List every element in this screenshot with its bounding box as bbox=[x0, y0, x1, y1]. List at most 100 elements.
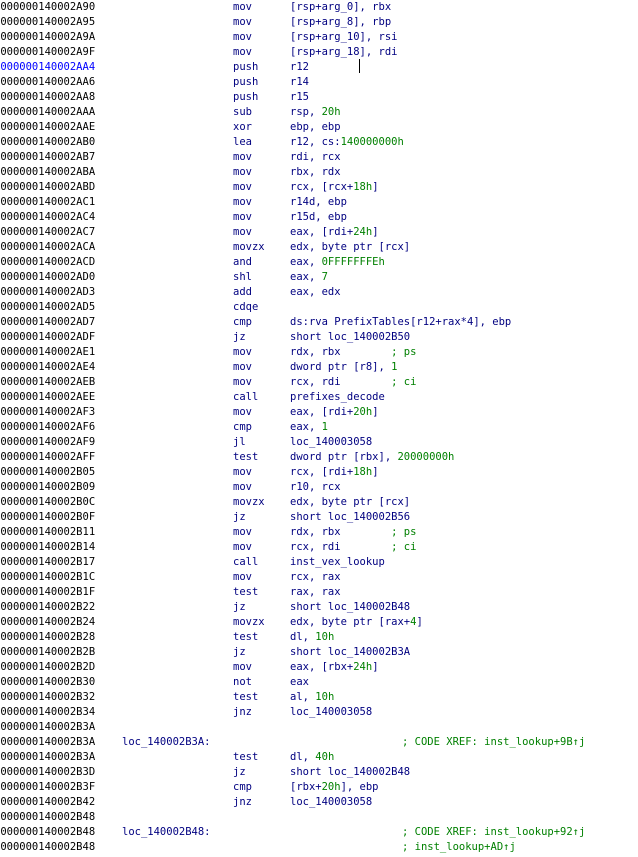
line-comment: ; ps bbox=[391, 346, 417, 358]
instruction-mnemonic: mov bbox=[233, 226, 252, 238]
line-address: 0000000140002B1F bbox=[0, 586, 96, 598]
listing-line[interactable]: 0000000140002B30 not eax bbox=[0, 675, 638, 690]
operand-text: ebp, ebp bbox=[290, 121, 341, 133]
instruction-mnemonic: jl bbox=[233, 436, 246, 448]
listing-line[interactable]: 0000000140002B2B jz short loc_140002B3A bbox=[0, 645, 638, 660]
listing-line[interactable]: 0000000140002AB0 lea r12, cs:140000000h bbox=[0, 135, 638, 150]
listing-line[interactable]: 0000000140002ACA movzx edx, byte ptr [rcx] bbox=[0, 240, 638, 255]
operand-text: r12, cs: bbox=[290, 136, 341, 148]
listing-line[interactable]: 0000000140002B32 test al, 10h bbox=[0, 690, 638, 705]
instruction-operands: eax, 1 bbox=[290, 420, 328, 435]
listing-line[interactable]: 0000000140002AD7 cmp ds:rva PrefixTables[r… bbox=[0, 315, 638, 330]
listing-line[interactable]: 0000000140002B34 jnz loc_140003058 bbox=[0, 705, 638, 720]
listing-line[interactable]: 0000000140002AE1 mov rdx, rbx ; ps bbox=[0, 345, 638, 360]
listing-line[interactable]: 0000000140002A9A mov [rsp+arg_10], rsi bbox=[0, 30, 638, 45]
listing-line[interactable]: 0000000140002AB7 mov rdi, rcx bbox=[0, 150, 638, 165]
listing-line[interactable]: 0000000140002B17 call inst_vex_lookup bbox=[0, 555, 638, 570]
listing-line[interactable]: 0000000140002AEE call prefixes_decode bbox=[0, 390, 638, 405]
listing-line[interactable]: 0000000140002B3F cmp [rbx+20h], ebp bbox=[0, 780, 638, 795]
listing-line[interactable]: 0000000140002B09 mov r10, rcx bbox=[0, 480, 638, 495]
disassembly-listing[interactable]: 0000000140002A90 mov [rsp+arg_0], rbx 00000… bbox=[0, 0, 638, 857]
line-comment: ; ci bbox=[391, 376, 417, 388]
listing-line[interactable]: 0000000140002AF3 mov eax, [rdi+20h] bbox=[0, 405, 638, 420]
listing-line[interactable]: 0000000140002B3D jz short loc_140002B48 bbox=[0, 765, 638, 780]
listing-line[interactable]: 0000000140002AFF test dword ptr [rbx], 200… bbox=[0, 450, 638, 465]
listing-line[interactable]: 0000000140002B1C mov rcx, rax bbox=[0, 570, 638, 585]
line-address: 0000000140002B05 bbox=[0, 466, 96, 478]
listing-line[interactable]: 0000000140002AF9 jl loc_140003058 bbox=[0, 435, 638, 450]
listing-line[interactable]: 0000000140002ADF jz short loc_140002B50 bbox=[0, 330, 638, 345]
listing-line[interactable]: 0000000140002B14 mov rcx, rdi ; ci bbox=[0, 540, 638, 555]
line-address: 0000000140002B48 bbox=[0, 841, 96, 853]
listing-line[interactable]: 0000000140002B11 mov rdx, rbx ; ps bbox=[0, 525, 638, 540]
listing-line[interactable]: 0000000140002ABD mov rcx, [rcx+18h] bbox=[0, 180, 638, 195]
listing-line[interactable]: 0000000140002A9F mov [rsp+arg_18], rdi bbox=[0, 45, 638, 60]
listing-line[interactable]: 0000000140002AAA sub rsp, 20h bbox=[0, 105, 638, 120]
instruction-operands: r15d, ebp bbox=[290, 210, 347, 225]
listing-line[interactable]: 0000000140002B22 jz short loc_140002B48 bbox=[0, 600, 638, 615]
listing-line[interactable]: 0000000140002AD5 cdqe bbox=[0, 300, 638, 315]
operand-text: [rsp+arg_0], rbx bbox=[290, 1, 392, 13]
listing-line[interactable]: 0000000140002AEB mov rcx, rdi ; ci bbox=[0, 375, 638, 390]
instruction-operands: short loc_140002B48 bbox=[290, 600, 410, 615]
listing-line[interactable]: 0000000140002B1F test rax, rax bbox=[0, 585, 638, 600]
instruction-mnemonic: jz bbox=[233, 766, 246, 778]
instruction-operands: rcx, [rcx+18h] bbox=[290, 180, 379, 195]
listing-line[interactable]: 0000000140002ACD and eax, 0FFFFFFFEh bbox=[0, 255, 638, 270]
line-address: 0000000140002B3D bbox=[0, 766, 96, 778]
listing-line[interactable]: 0000000140002A90 mov [rsp+arg_0], rbx bbox=[0, 0, 638, 15]
listing-line[interactable]: 0000000140002AC4 mov r15d, ebp bbox=[0, 210, 638, 225]
listing-line[interactable]: 0000000140002B48 bbox=[0, 810, 638, 825]
listing-line[interactable]: 0000000140002A95 mov [rsp+arg_8], rbp bbox=[0, 15, 638, 30]
listing-line[interactable]: 0000000140002AF6 cmp eax, 1 bbox=[0, 420, 638, 435]
instruction-operands: loc_140003058 bbox=[290, 435, 372, 450]
listing-line[interactable]: 0000000140002B48 loc_140002B48: ; CODE XRE… bbox=[0, 825, 638, 840]
operand-text: edx, byte ptr [rcx] bbox=[290, 241, 411, 253]
listing-line[interactable]: 0000000140002B24 movzx edx, byte ptr [rax+… bbox=[0, 615, 638, 630]
listing-line[interactable]: 0000000140002AA6 push r14 bbox=[0, 75, 638, 90]
instruction-operands: loc_140003058 bbox=[290, 705, 372, 720]
instruction-operands: [rbx+20h], ebp bbox=[290, 780, 379, 795]
instruction-mnemonic: and bbox=[233, 256, 252, 268]
operand-text: r14 bbox=[290, 76, 309, 88]
listing-line[interactable]: 0000000140002B3A test dl, 40h bbox=[0, 750, 638, 765]
listing-line[interactable]: 0000000140002AA4 push r12 bbox=[0, 60, 638, 75]
line-address: 0000000140002B17 bbox=[0, 556, 96, 568]
listing-line[interactable]: 0000000140002B05 mov rcx, [rdi+18h] bbox=[0, 465, 638, 480]
instruction-mnemonic: mov bbox=[233, 661, 252, 673]
listing-line[interactable]: 0000000140002AD3 add eax, edx bbox=[0, 285, 638, 300]
listing-line[interactable]: 0000000140002B0C movzx edx, byte ptr [rcx] bbox=[0, 495, 638, 510]
instruction-operands: r10, rcx bbox=[290, 480, 341, 495]
numeric-literal: 20h bbox=[353, 406, 373, 418]
listing-line[interactable]: 0000000140002AC7 mov eax, [rdi+24h] bbox=[0, 225, 638, 240]
line-address: 0000000140002B14 bbox=[0, 541, 96, 553]
listing-line[interactable]: 0000000140002B3A loc_140002B3A: ; CODE XRE… bbox=[0, 735, 638, 750]
code-label[interactable]: loc_140002B48: bbox=[122, 825, 211, 840]
listing-line[interactable]: 0000000140002B48 ; inst_lookup+AD↑j bbox=[0, 840, 638, 855]
line-address: 0000000140002B42 bbox=[0, 796, 96, 808]
listing-line[interactable]: 0000000140002AE4 mov dword ptr [r8], 1 bbox=[0, 360, 638, 375]
line-address: 0000000140002AD0 bbox=[0, 271, 96, 283]
listing-line[interactable]: 0000000140002AC1 mov r14d, ebp bbox=[0, 195, 638, 210]
operand-text: prefixes_decode bbox=[290, 391, 385, 403]
operand-text: eax, bbox=[290, 271, 322, 283]
xref-comment[interactable]: ; CODE XREF: inst_lookup+92↑j bbox=[402, 825, 585, 840]
line-address: 0000000140002B48 bbox=[0, 826, 96, 838]
listing-line[interactable]: 0000000140002ABA mov rbx, rdx bbox=[0, 165, 638, 180]
line-address: 0000000140002AE1 bbox=[0, 346, 96, 358]
listing-line[interactable]: 0000000140002AA8 push r15 bbox=[0, 90, 638, 105]
line-address: 0000000140002ADF bbox=[0, 331, 96, 343]
xref-comment[interactable]: ; CODE XREF: inst_lookup+9B↑j bbox=[402, 735, 585, 750]
operand-text: r15 bbox=[290, 91, 309, 103]
line-address: 0000000140002A90 bbox=[0, 1, 96, 13]
code-label[interactable]: loc_140002B3A: bbox=[122, 735, 211, 750]
numeric-literal: 24h bbox=[353, 661, 373, 673]
listing-line[interactable]: 0000000140002B2D mov eax, [rbx+24h] bbox=[0, 660, 638, 675]
listing-line[interactable]: 0000000140002AD0 shl eax, 7 bbox=[0, 270, 638, 285]
listing-line[interactable]: 0000000140002B28 test dl, 10h bbox=[0, 630, 638, 645]
listing-line[interactable]: 0000000140002B42 jnz loc_140003058 bbox=[0, 795, 638, 810]
listing-line[interactable]: 0000000140002B0F jz short loc_140002B56 bbox=[0, 510, 638, 525]
listing-line[interactable]: 0000000140002AAE xor ebp, ebp bbox=[0, 120, 638, 135]
xref-comment[interactable]: ; inst_lookup+AD↑j bbox=[402, 840, 516, 855]
listing-line[interactable]: 0000000140002B3A bbox=[0, 720, 638, 735]
